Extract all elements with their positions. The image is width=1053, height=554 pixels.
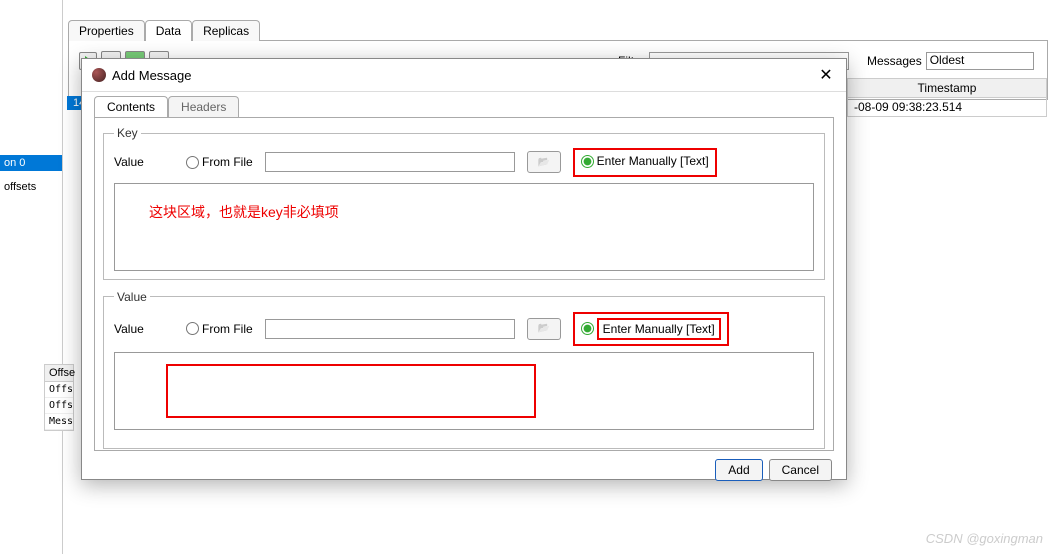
messages-select[interactable]: Oldest [926,52,1034,70]
bottom-info-header: Offse [45,365,73,382]
value-manual-highlight: Enter Manually [Text] [573,312,729,346]
value-manual-input[interactable] [581,322,594,335]
key-value-label: Value [114,155,174,169]
watermark: CSDN @goxingman [926,531,1043,546]
tab-data[interactable]: Data [145,20,192,41]
value-browse-button[interactable] [527,318,561,340]
dialog-title: Add Message [112,68,816,83]
left-panel: on 0 offsets [0,0,63,554]
cancel-button[interactable]: Cancel [769,459,832,481]
key-manual-input[interactable] [581,155,594,168]
key-file-path-input[interactable] [265,152,515,172]
dialog-footer: Add Cancel [82,451,846,489]
key-annotation: 这块区域，也就是key非必填项 [131,194,797,222]
left-item-offsets[interactable]: offsets [0,179,62,195]
value-manual-radio[interactable]: Enter Manually [Text] [581,318,721,340]
dialog-tabs: Contents Headers [82,92,846,117]
timestamp-header: Timestamp [847,78,1047,98]
value-manual-label: Enter Manually [Text] [603,322,715,336]
value-highlight-box [166,364,536,418]
key-fieldset: Key Value From File Enter Manually [Text… [103,126,825,280]
tab-properties[interactable]: Properties [68,20,145,41]
tab-contents[interactable]: Contents [94,96,168,117]
close-icon[interactable]: ✕ [816,65,836,85]
add-message-dialog: Add Message ✕ Contents Headers Key Value… [81,58,847,480]
key-from-file-label: From File [202,155,253,169]
key-browse-button[interactable] [527,151,561,173]
left-item-partition[interactable]: on 0 [0,155,62,171]
dialog-body: Key Value From File Enter Manually [Text… [94,117,834,451]
key-textarea[interactable]: 这块区域，也就是key非必填项 [114,183,814,271]
value-legend: Value [114,290,150,304]
tab-headers[interactable]: Headers [168,96,239,117]
key-from-file-radio[interactable]: From File [186,155,253,169]
value-manual-inner-highlight: Enter Manually [Text] [597,318,721,340]
key-manual-label: Enter Manually [Text] [597,154,709,168]
bottom-info-row: Offset [45,398,73,414]
bottom-info-row: Messag [45,414,73,430]
bottom-info-panel: Offse Offset Offset Messag [44,364,74,431]
timestamp-cell[interactable]: -08-09 09:38:23.514 [847,98,1047,117]
value-from-file-input[interactable] [186,322,199,335]
dialog-title-bar: Add Message ✕ [82,59,846,92]
key-legend: Key [114,126,141,140]
key-manual-radio[interactable]: Enter Manually [Text] [581,154,709,168]
bottom-info-row: Offset [45,382,73,398]
key-from-file-input[interactable] [186,156,199,169]
timestamp-table: Timestamp -08-09 09:38:23.514 [847,78,1047,117]
value-fieldset: Value Value From File Enter Manually [Te… [103,290,825,449]
value-file-path-input[interactable] [265,319,515,339]
key-manual-highlight: Enter Manually [Text] [573,148,717,177]
tab-replicas[interactable]: Replicas [192,20,260,41]
add-button[interactable]: Add [715,459,762,481]
value-from-file-label: From File [202,322,253,336]
value-from-file-radio[interactable]: From File [186,322,253,336]
main-tabs: Properties Data Replicas [68,20,1048,41]
dialog-icon [92,68,106,82]
value-value-label: Value [114,322,174,336]
messages-label: Messages [867,54,922,68]
